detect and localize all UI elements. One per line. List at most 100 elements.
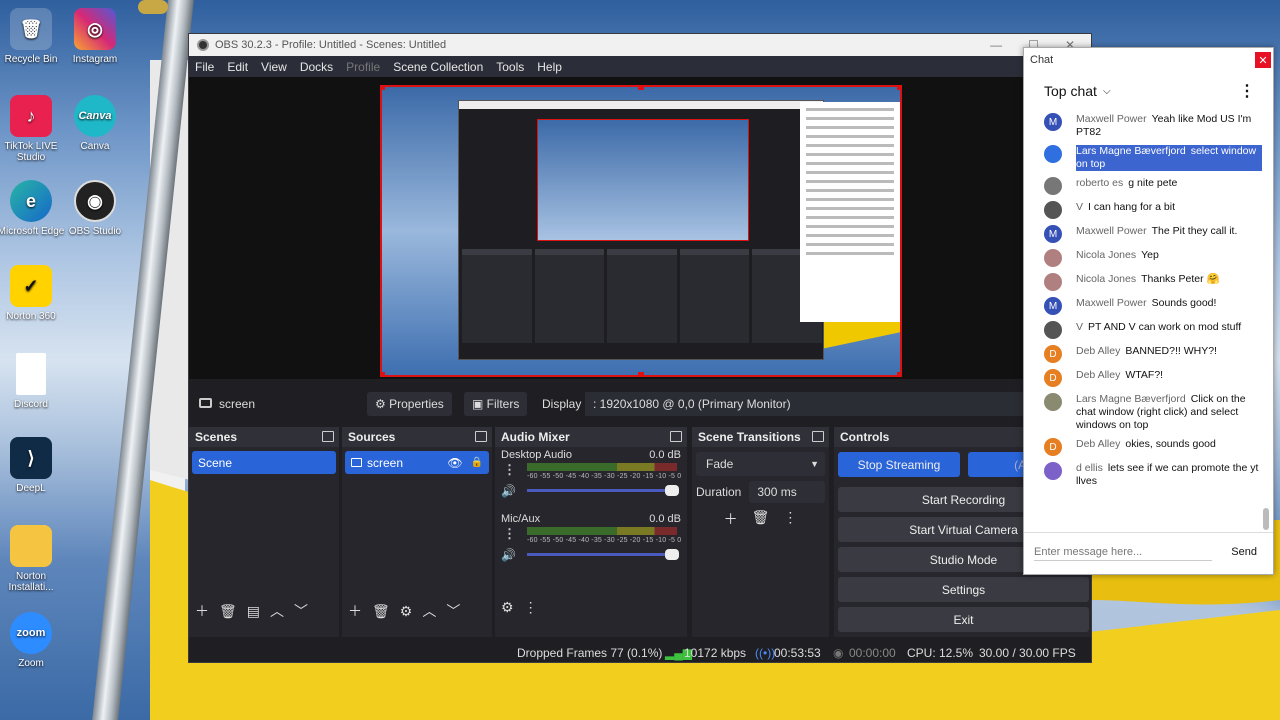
menu-view[interactable]: View — [261, 60, 287, 74]
desktop-icon-obs[interactable]: ◉ OBS Studio — [60, 180, 130, 237]
resize-handle[interactable] — [638, 87, 644, 90]
stop-streaming-button[interactable]: Stop Streaming — [838, 452, 960, 477]
menu-edit[interactable]: Edit — [227, 60, 248, 74]
undock-icon[interactable] — [322, 431, 334, 442]
chat-message[interactable]: roberto es g nite pete — [1024, 174, 1268, 198]
add-icon[interactable]: ＋ — [724, 509, 738, 529]
chat-message[interactable]: D Deb Alley WTAF?! — [1024, 366, 1268, 390]
desktop-icon-tiktok[interactable]: ♪ TikTok LIVE Studio — [0, 95, 66, 163]
scene-item[interactable]: Scene — [192, 451, 336, 474]
display-select[interactable]: : 1920x1080 @ 0,0 (Primary Monitor) — [585, 392, 1091, 416]
volume-slider[interactable] — [527, 485, 679, 496]
preview-source-screen[interactable] — [380, 85, 902, 377]
source-item[interactable]: screen 👁 🔒 — [345, 451, 489, 474]
kebab-menu-icon[interactable]: ⋮ — [783, 509, 797, 529]
visibility-eye-icon[interactable]: 👁 — [447, 456, 462, 470]
settings-button[interactable]: Settings — [838, 577, 1089, 602]
send-button[interactable]: Send — [1231, 546, 1257, 558]
volume-slider[interactable] — [527, 549, 679, 560]
chat-message[interactable]: Lars Magne Bæverfjord select window on to… — [1024, 142, 1268, 174]
desktop-icon-edge[interactable]: e Microsoft Edge — [0, 180, 66, 237]
chat-message-list: M Maxwell Power Yeah like Mod US I'm PT82 L… — [1024, 110, 1268, 530]
filters-button[interactable]: ▣ Filters — [464, 392, 528, 416]
chat-text: Yep — [1141, 249, 1159, 261]
resize-handle[interactable] — [638, 372, 644, 375]
add-icon[interactable]: ＋ — [195, 601, 209, 621]
exit-button[interactable]: Exit — [838, 607, 1089, 632]
channel-db: 0.0 dB — [649, 449, 681, 461]
menu-tools[interactable]: Tools — [496, 60, 524, 74]
menu-profile[interactable]: Profile — [346, 60, 380, 74]
avatar: M — [1044, 225, 1062, 243]
menu-file[interactable]: File — [195, 60, 214, 74]
chat-message[interactable]: Nicola Jones Yep — [1024, 246, 1268, 270]
status-bar: Dropped Frames 77 (0.1%) ▂▄▆ 10172 kbps … — [189, 641, 1091, 662]
chat-message[interactable]: M Maxwell Power Sounds good! — [1024, 294, 1268, 318]
close-icon[interactable]: ✕ — [1255, 52, 1271, 68]
speaker-icon[interactable]: 🔊 — [501, 484, 516, 498]
obs-titlebar[interactable]: OBS 30.2.3 - Profile: Untitled - Scenes:… — [189, 34, 1091, 56]
chat-message[interactable]: M Maxwell Power Yeah like Mod US I'm PT82 — [1024, 110, 1268, 142]
minimize-icon[interactable]: — — [990, 38, 1002, 52]
trash-icon[interactable]: 🗑 — [219, 603, 237, 620]
chat-message[interactable]: Lars Magne Bæverfjord Click on the chat w… — [1024, 390, 1268, 435]
chevron-down-icon: ⌵ — [1102, 85, 1111, 97]
resize-handle[interactable] — [382, 87, 385, 90]
down-icon[interactable]: ﹀ — [294, 601, 308, 621]
desktop-icon-norton[interactable]: ✓ Norton 360 — [0, 265, 66, 322]
stream-icon: ((•)) — [755, 646, 776, 660]
down-icon[interactable]: ﹀ — [446, 601, 460, 621]
chat-author: Maxwell Power — [1076, 225, 1147, 237]
chat-message[interactable]: D Deb Alley BANNED?!! WHY?! — [1024, 342, 1268, 366]
speaker-icon[interactable]: 🔊 — [501, 548, 516, 562]
lock-icon[interactable]: 🔒 — [471, 457, 483, 468]
duration-spinbox[interactable]: 300 ms — [749, 481, 825, 503]
menu-help[interactable]: Help — [537, 60, 562, 74]
resize-handle[interactable] — [382, 372, 385, 375]
chat-message[interactable]: V I can hang for a bit — [1024, 198, 1268, 222]
kebab-menu-icon[interactable]: ⋮ — [1239, 81, 1255, 101]
level-meter — [527, 463, 677, 471]
desktop-icon-recycle-bin[interactable]: 🗑 Recycle Bin — [0, 8, 66, 65]
properties-button[interactable]: ⚙ Properties — [367, 392, 452, 416]
chat-text: g nite pete — [1128, 177, 1178, 189]
chat-message[interactable]: M Maxwell Power The Pit they call it. — [1024, 222, 1268, 246]
gear-icon[interactable]: ⚙ — [501, 599, 514, 616]
resize-handle[interactable] — [897, 372, 900, 375]
chat-message[interactable]: V PT AND V can work on mod stuff — [1024, 318, 1268, 342]
desktop-icon-instagram[interactable]: ◎ Instagram — [60, 8, 130, 65]
desktop-icon-discord[interactable]: Discord — [0, 353, 66, 410]
scrollbar[interactable] — [1263, 508, 1269, 530]
up-icon[interactable]: ︿ — [270, 601, 284, 621]
kebab-menu-icon[interactable]: ⋮ — [503, 526, 516, 542]
chevron-down-icon: ▼ — [810, 459, 819, 469]
chat-message[interactable]: D Deb Alley okies, sounds good — [1024, 435, 1268, 459]
add-icon[interactable]: ＋ — [348, 601, 362, 621]
menu-docks[interactable]: Docks — [300, 60, 333, 74]
desktop-icon-zoom[interactable]: zoom Zoom — [0, 612, 66, 669]
desktop-icon-canva[interactable]: Canva Canva — [60, 95, 130, 152]
desktop-icon-deepl[interactable]: ⟩ DeepL — [0, 437, 66, 494]
transition-select[interactable]: Fade ▼ — [696, 452, 825, 476]
trash-icon[interactable]: 🗑 — [752, 509, 770, 529]
gear-icon[interactable]: ⚙ — [400, 603, 413, 620]
undock-icon[interactable] — [475, 431, 487, 442]
kebab-menu-icon[interactable]: ⋮ — [503, 462, 516, 478]
kebab-menu-icon[interactable]: ⋮ — [524, 599, 538, 616]
desktop-icon-norton-installer[interactable]: Norton Installati... — [0, 525, 66, 593]
message-input[interactable]: Enter message here... — [1034, 546, 1212, 561]
trash-icon[interactable]: 🗑 — [372, 603, 390, 620]
resize-handle[interactable] — [897, 87, 900, 90]
chat-message[interactable]: Nicola Jones Thanks Peter 🤗 — [1024, 270, 1268, 294]
chat-message[interactable]: d ellis lets see if we can promote the yt… — [1024, 459, 1268, 491]
preview-canvas[interactable] — [189, 77, 1091, 379]
chat-mode-select[interactable]: Top chat ⌵ ⋮ — [1024, 72, 1273, 110]
menu-scene-collection[interactable]: Scene Collection — [393, 60, 483, 74]
undock-icon[interactable] — [812, 431, 824, 442]
undock-icon[interactable] — [670, 431, 682, 442]
avatar — [1044, 249, 1062, 267]
filters-label: Filters — [486, 397, 520, 411]
up-icon[interactable]: ︿ — [422, 601, 436, 621]
fps: 30.00 / 30.00 FPS — [979, 646, 1076, 660]
filter-icon[interactable]: ▤ — [247, 603, 260, 620]
